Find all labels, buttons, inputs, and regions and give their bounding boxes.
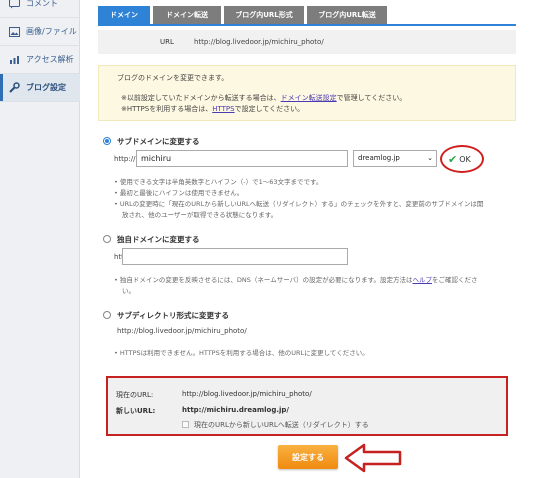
note-text: 使用できる文字は半角英数字とハイフン（-）で1〜63文字までです。 <box>119 178 323 186</box>
custom-domain-note-cont: い。 <box>122 287 135 295</box>
subdomain-prefix: http:// <box>114 155 136 163</box>
subdomain-radio[interactable] <box>103 137 111 145</box>
new-url-value: http://michiru.dreamlog.jp/ <box>182 406 289 414</box>
tab-url-format[interactable]: ブログ内URL形式 <box>224 6 304 24</box>
redirect-checkbox[interactable] <box>182 421 189 428</box>
note-text: 最初と最後にハイフンは使用できません。 <box>119 189 244 197</box>
arrow-left-icon <box>344 443 402 473</box>
redirect-label: 現在のURLから新しいURLへ転送（リダイレクト）する <box>194 421 369 429</box>
ok-label: OK <box>459 155 471 164</box>
subdirectory-radio[interactable] <box>103 311 111 319</box>
custom-domain-title: 独自ドメインに変更する <box>117 235 200 244</box>
notice-line-1: ブログのドメインを変更できます。 <box>117 74 229 82</box>
sidebar-item-comment[interactable]: コメント <box>0 0 80 18</box>
subdirectory-note: • HTTPSは利用できません。HTTPSを利用する場合は、他のURLに変更して… <box>114 349 369 357</box>
submit-button[interactable]: 設定する <box>278 445 338 469</box>
url-label: URL <box>160 38 174 46</box>
domain-forwarding-link[interactable]: ドメイン転送設定 <box>281 94 337 102</box>
change-summary: 現在のURL: http://blog.livedoor.jp/michiru_… <box>106 376 508 436</box>
comment-icon <box>8 0 20 10</box>
check-icon: ✔ <box>448 153 458 166</box>
tab-url-forwarding[interactable]: ブログ内URL転送 <box>307 6 387 24</box>
notice-line-3: ※HTTPSを利用する場合は、HTTPSで設定してください。 <box>121 104 304 114</box>
domain-select-value: dreamlog.jp <box>358 154 400 162</box>
note-text: 独自ドメインの変更を反映させるには、DNS（ネームサーバ）の設定が必要になります… <box>119 276 413 284</box>
sidebar-item-images[interactable]: 画像/ファイル <box>0 18 80 46</box>
note-text: HTTPSは利用できません。HTTPSを利用する場合は、他のURLに変更してくだ… <box>119 349 369 357</box>
subdomain-note-3: • URLの変更時に「現在のURLから新しいURLへ転送（リダイレクト）する」の… <box>114 200 484 208</box>
current-url-value: http://blog.livedoor.jp/michiru_photo/ <box>182 390 312 398</box>
chart-icon <box>8 54 20 66</box>
https-link[interactable]: HTTPS <box>212 105 234 113</box>
subdomain-input[interactable]: michiru <box>136 150 348 167</box>
sidebar-item-label: アクセス解析 <box>26 55 74 64</box>
custom-domain-input[interactable] <box>122 248 348 265</box>
note-text: をご確認くださ <box>432 276 478 284</box>
image-icon <box>8 26 20 38</box>
notice-text: で管理してください。 <box>336 94 407 102</box>
subdomain-title: サブドメインに変更する <box>117 137 200 146</box>
domain-select[interactable]: dreamlog.jp ⌄ <box>353 150 437 167</box>
custom-domain-radio[interactable] <box>103 235 111 243</box>
notice-text: ※以前設定していたドメインから転送する場合は、 <box>121 94 281 102</box>
notice-text: ※HTTPSを利用する場合は、 <box>121 105 213 113</box>
tab-domain[interactable]: ドメイン <box>98 6 150 24</box>
new-url-label: 新しいURL: <box>116 407 156 415</box>
current-url-label: 現在のURL: <box>116 391 154 399</box>
sidebar-item-analytics[interactable]: アクセス解析 <box>0 46 80 74</box>
sidebar: コメント 画像/ファイル アクセス解析 ブログ設定 <box>0 0 80 478</box>
subdirectory-title: サブディレクトリ形式に変更する <box>117 311 229 320</box>
tab-domain-forwarding[interactable]: ドメイン転送 <box>153 6 221 24</box>
sidebar-item-blog-settings[interactable]: ブログ設定 <box>0 74 80 102</box>
sidebar-item-label: コメント <box>26 0 58 8</box>
availability-status: ✔ OK <box>448 153 471 166</box>
subdomain-note-2: • 最初と最後にハイフンは使用できません。 <box>114 189 244 197</box>
current-url-row: URL http://blog.livedoor.jp/michiru_phot… <box>98 30 516 54</box>
tab-underline <box>98 24 516 26</box>
sidebar-item-label: ブログ設定 <box>26 83 66 92</box>
note-text: URLの変更時に「現在のURLから新しいURLへ転送（リダイレクト）する」のチェ… <box>119 200 484 208</box>
notice-line-2: ※以前設定していたドメインから転送する場合は、ドメイン転送設定で管理してください… <box>121 93 406 103</box>
sidebar-item-label: 画像/ファイル <box>26 27 77 36</box>
wrench-icon <box>8 82 20 94</box>
url-value: http://blog.livedoor.jp/michiru_photo/ <box>194 38 324 46</box>
notice-text: で設定してください。 <box>234 105 305 113</box>
info-notice: ブログのドメインを変更できます。 ※以前設定していたドメインから転送する場合は、… <box>98 65 516 121</box>
custom-domain-note: • 独自ドメインの変更を反映させるには、DNS（ネームサーバ）の設定が必要になり… <box>114 276 478 284</box>
subdomain-note-1: • 使用できる文字は半角英数字とハイフン（-）で1〜63文字までです。 <box>114 178 323 186</box>
subdomain-note-3-cont: 放され、他のユーザーが取得できる状態になります。 <box>122 211 278 219</box>
chevron-down-icon: ⌄ <box>427 154 433 162</box>
help-link[interactable]: ヘルプ <box>413 276 433 284</box>
subdirectory-url: http://blog.livedoor.jp/michiru_photo/ <box>117 327 247 335</box>
